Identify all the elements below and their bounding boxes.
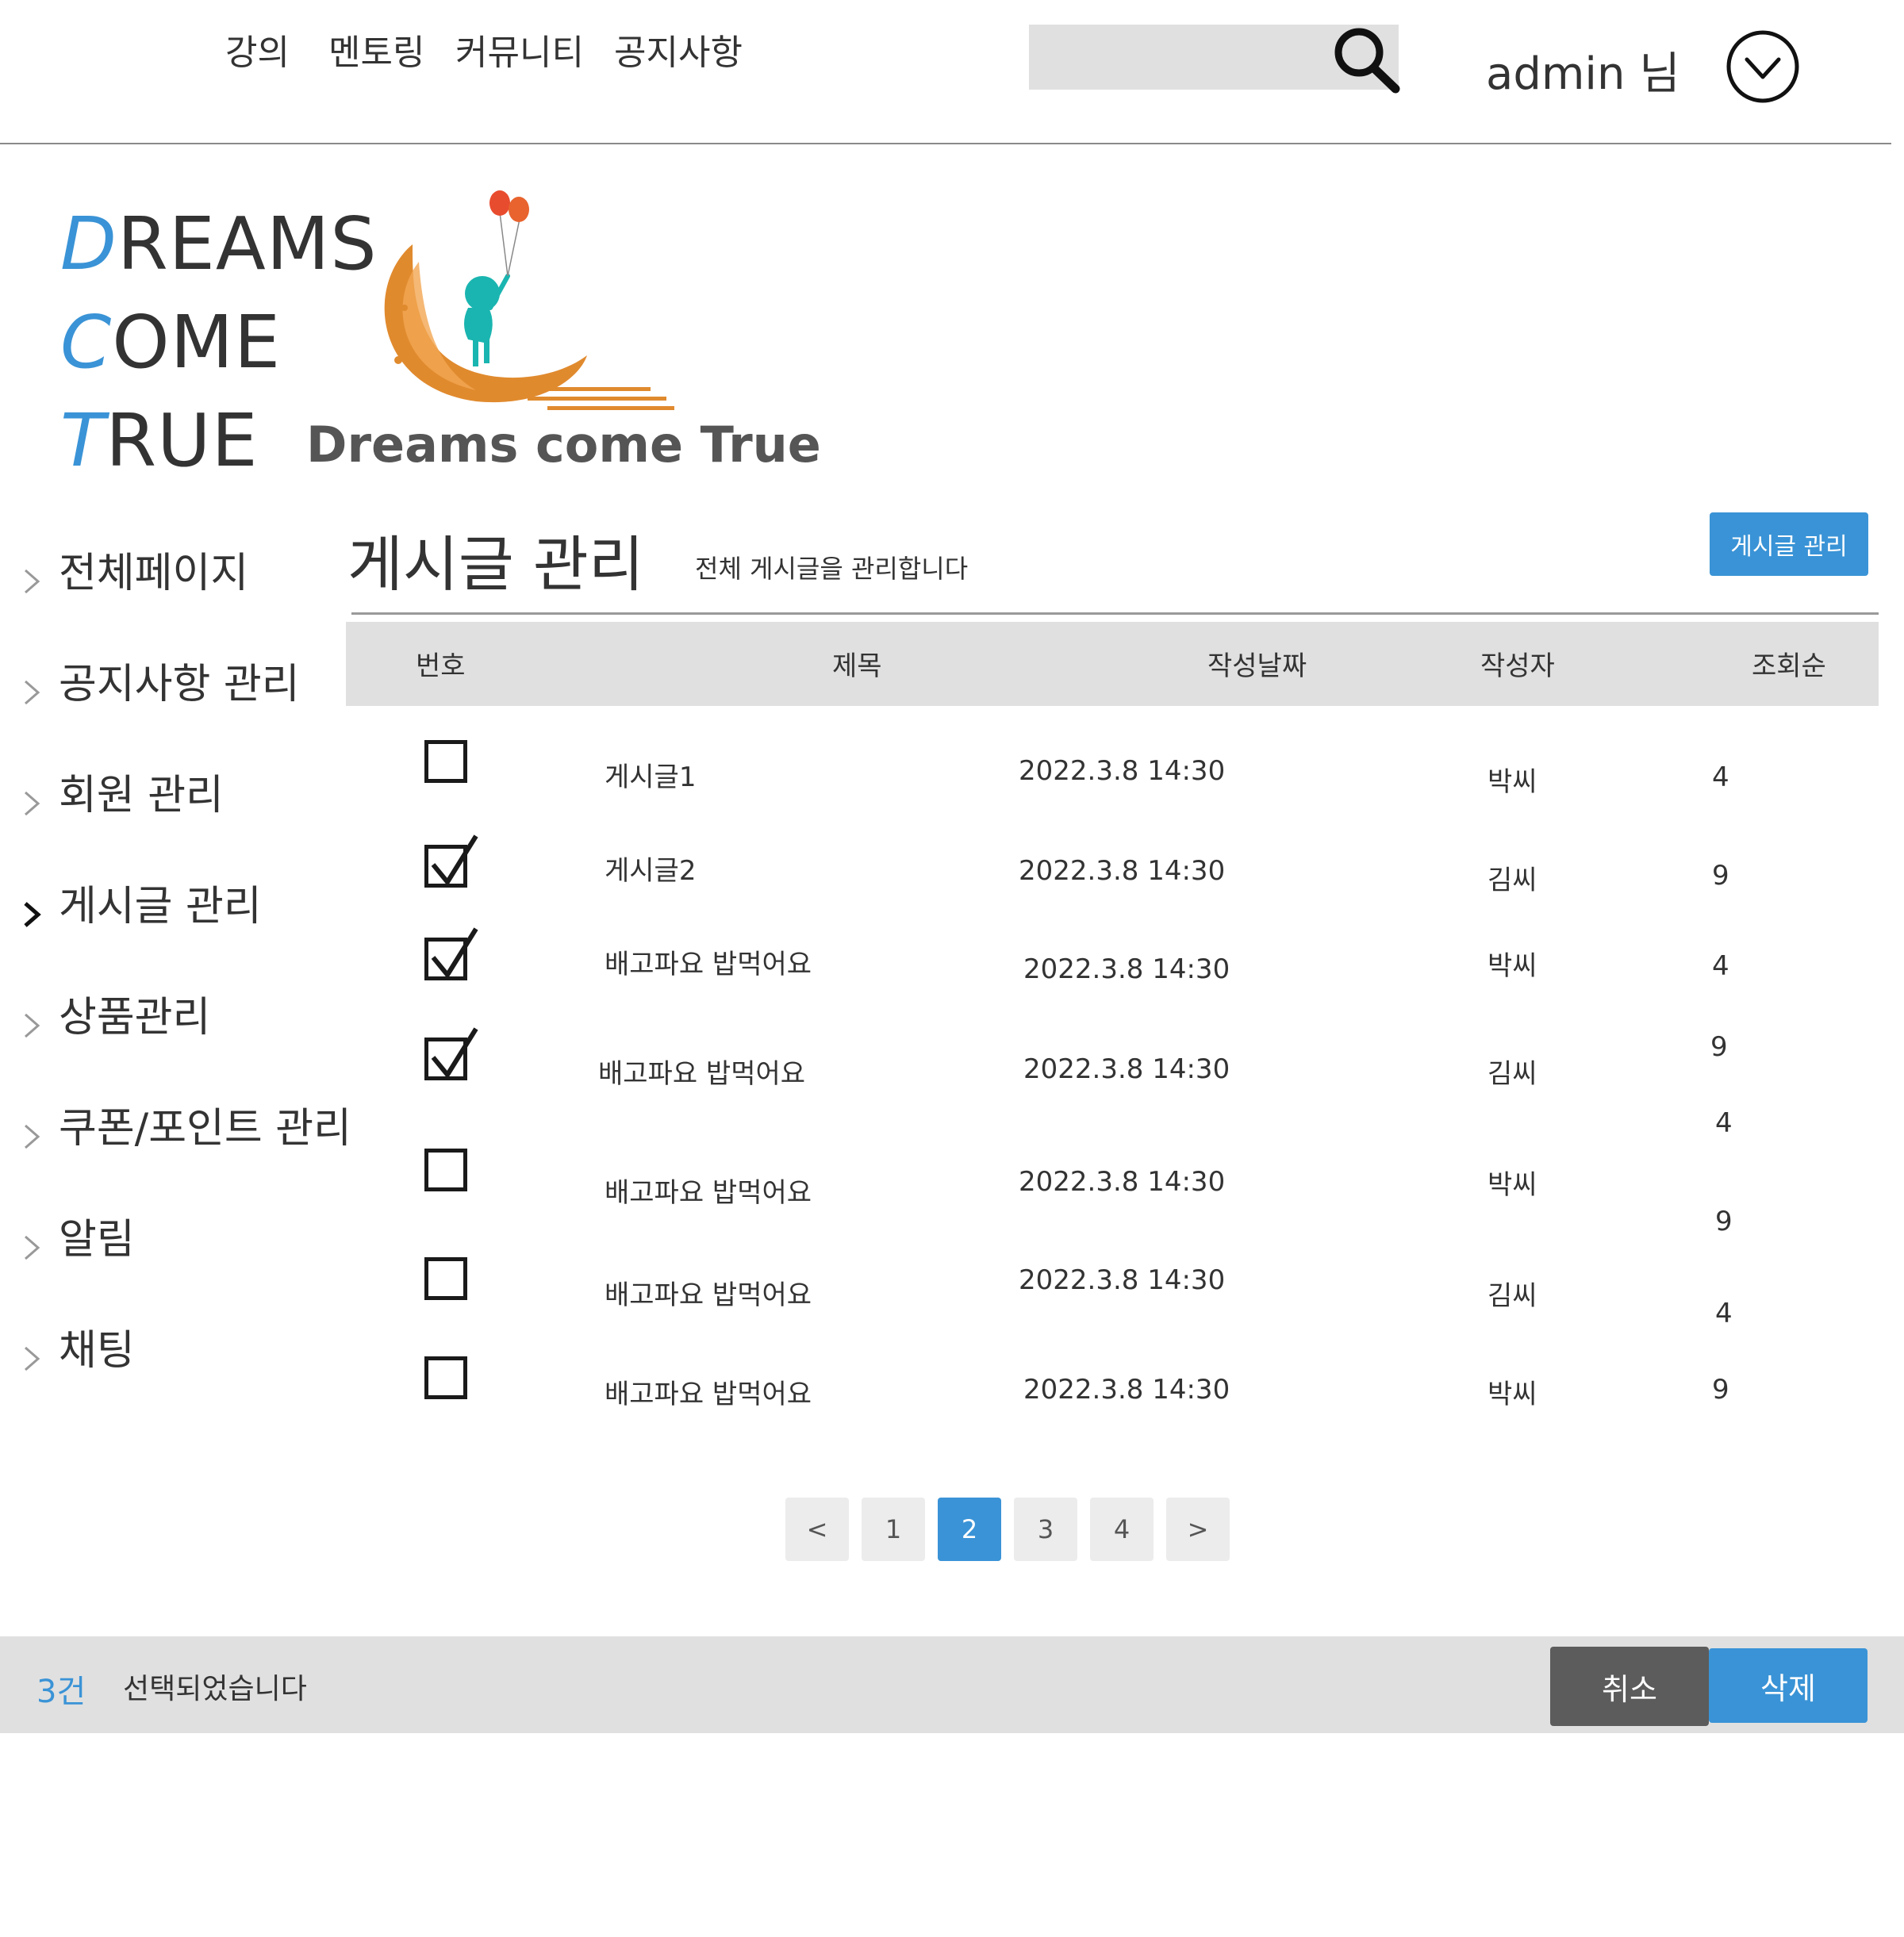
selected-count: 3건 [36,1674,86,1710]
pagination-page-4[interactable]: 4 [1090,1498,1154,1561]
post-author: 박씨 [1488,766,1537,798]
post-management-button[interactable]: 게시글 관리 [1710,512,1868,576]
column-header-date: 작성날짜 [1207,650,1307,682]
row-checkbox[interactable] [424,740,467,783]
sidebar-item-post-management[interactable]: 게시글 관리 [21,873,262,932]
post-date: 2022.3.8 14:30 [1019,1264,1226,1296]
column-header-title: 제목 [832,650,882,682]
sidebar-item-all-pages[interactable]: 전체페이지 [21,539,248,599]
post-views: 9 [1712,860,1729,892]
sidebar-item-notice-management[interactable]: 공지사항 관리 [21,650,300,710]
logo-line-1: DREAMS [60,201,378,286]
post-date: 2022.3.8 14:30 [1023,1374,1230,1406]
delete-button[interactable]: 삭제 [1709,1648,1868,1723]
post-views: 4 [1715,1107,1733,1139]
chevron-right-icon [21,893,44,927]
row-checkbox[interactable] [424,927,478,980]
logo-moon-balloon-image [349,189,698,419]
post-date: 2022.3.8 14:30 [1019,755,1226,787]
post-views: 9 [1710,1031,1728,1063]
header-divider [0,143,1891,144]
post-views: 9 [1712,1374,1729,1406]
column-header-author: 작성자 [1480,650,1555,682]
pagination-page-2[interactable]: 2 [938,1498,1001,1561]
row-checkbox[interactable] [424,834,478,888]
selected-text: 선택되었습니다 [123,1673,307,1705]
post-views: 4 [1715,1298,1733,1329]
row-checkbox[interactable] [424,1356,467,1399]
post-author: 김씨 [1488,1058,1537,1090]
search-icon[interactable] [1329,24,1402,95]
post-views: 4 [1712,761,1729,793]
post-author: 박씨 [1488,1169,1537,1201]
post-date: 2022.3.8 14:30 [1023,953,1230,985]
row-checkbox[interactable] [424,1027,478,1080]
post-title[interactable]: 게시글1 [605,755,696,794]
post-title[interactable]: 배고파요 밥먹어요 [598,1052,805,1091]
sidebar-item-coupon-point[interactable]: 쿠폰/포인트 관리 [21,1095,351,1154]
sidebar-item-notification[interactable]: 알림 [21,1206,135,1265]
page-title: 게시글 관리 [347,529,644,600]
row-checkbox[interactable] [424,1149,467,1191]
pagination-page-1[interactable]: 1 [862,1498,925,1561]
post-views: 4 [1712,950,1729,982]
nav-mentoring[interactable]: 멘토링 [328,24,424,75]
pagination-prev-button[interactable]: < [785,1498,849,1561]
post-date: 2022.3.8 14:30 [1019,855,1226,887]
sidebar-item-chatting[interactable]: 채팅 [21,1317,135,1376]
sidebar-item-member-management[interactable]: 회원 관리 [21,761,224,821]
table-header: 번호 제목 작성날짜 작성자 조회순 [346,622,1879,706]
logo-line-2: COME [60,300,282,385]
column-header-views[interactable]: 조회순 [1752,644,1826,683]
post-author: 박씨 [1488,950,1537,982]
post-author: 박씨 [1488,1379,1537,1410]
column-header-number: 번호 [416,650,466,682]
chevron-right-icon [21,560,44,594]
pagination-next-button[interactable]: > [1166,1498,1230,1561]
post-date: 2022.3.8 14:30 [1023,1053,1230,1085]
chevron-right-icon [21,1226,44,1260]
chevron-right-icon [21,782,44,816]
row-checkbox[interactable] [424,1257,467,1300]
nav-notice[interactable]: 공지사항 [614,24,743,75]
page-subtitle: 전체 게시글을 관리합니다 [695,554,969,584]
post-views: 9 [1715,1206,1733,1237]
nav-community[interactable]: 커뮤니티 [455,24,584,75]
post-author: 김씨 [1488,1280,1537,1312]
content-divider [351,612,1879,615]
logo-tagline: Dreams come True [306,416,821,474]
cancel-button[interactable]: 취소 [1550,1647,1709,1726]
post-title[interactable]: 게시글2 [605,849,696,888]
chevron-right-icon [21,671,44,705]
post-title[interactable]: 배고파요 밥먹어요 [605,1372,812,1411]
logo-line-3: TRUE [60,398,259,483]
post-title[interactable]: 배고파요 밥먹어요 [605,1273,812,1312]
nav-lecture[interactable]: 강의 [225,24,290,75]
post-title[interactable]: 배고파요 밥먹어요 [605,1171,812,1210]
chevron-right-icon [21,1004,44,1038]
user-name: admin 님 [1486,48,1680,100]
post-date: 2022.3.8 14:30 [1019,1166,1226,1198]
sidebar-item-product-management[interactable]: 상품관리 [21,984,210,1043]
chevron-right-icon [21,1337,44,1371]
pagination-page-3[interactable]: 3 [1014,1498,1077,1561]
chevron-down-icon[interactable] [1726,29,1800,104]
post-title[interactable]: 배고파요 밥먹어요 [605,942,812,981]
post-author: 김씨 [1488,865,1537,896]
chevron-right-icon [21,1115,44,1149]
